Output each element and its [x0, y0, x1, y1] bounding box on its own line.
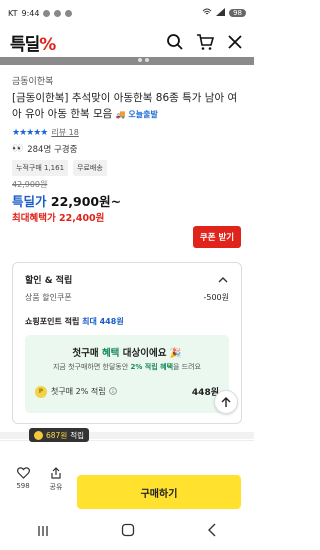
- promo-sub-highlight: 2% 적립 혜택: [130, 363, 174, 371]
- share-button[interactable]: 공유: [42, 467, 70, 492]
- close-icon[interactable]: [226, 33, 244, 51]
- info-icon[interactable]: [108, 386, 117, 397]
- purchase-bar: 598 공유 구매하기: [0, 440, 254, 510]
- logo-percent: %: [39, 34, 56, 55]
- special-price: 특딜가 22,900원~: [12, 191, 121, 210]
- rating-stars-icon: ★★★★★: [12, 127, 48, 138]
- home-icon[interactable]: [121, 522, 135, 541]
- today-delivery-label: 오늘출발: [128, 110, 158, 119]
- max-benefit-price: 최대혜택가 22,400원: [12, 213, 105, 224]
- promo-title-highlight: 혜택: [101, 348, 120, 359]
- rating-row: ★★★★★ 리뷰 18: [12, 127, 79, 138]
- points-tooltip: 687원 적립: [29, 428, 90, 442]
- coin-icon: [34, 430, 43, 440]
- header-actions: [166, 33, 244, 51]
- recent-apps-icon[interactable]: [36, 522, 50, 541]
- today-delivery-badge: 🚚 오늘출발: [115, 110, 158, 119]
- product-title: [금동이한복] 추석맞이 아동한복 86종 특가 남아 여아 유아 아동 한복 …: [12, 90, 246, 123]
- status-bar: KT 9:44 98: [0, 0, 254, 26]
- product-image-carousel[interactable]: [0, 57, 254, 65]
- coupon-discount-value: -500원: [203, 293, 229, 302]
- promo-subtitle: 지금 첫구매하면 한달동안 2% 적립 혜택을 드려요: [25, 362, 229, 372]
- promo-points-label: 첫구매 2% 적립: [51, 387, 106, 396]
- carrier-label: KT: [8, 8, 18, 18]
- app-header: 특딜%: [0, 27, 254, 57]
- screen: KT 9:44 98 특딜% 금동이한복 [금동이한복] 추석맞이 아동한복 8…: [0, 0, 254, 550]
- original-price: 42,900원: [12, 180, 48, 189]
- points-value: 최대 448원: [82, 317, 124, 326]
- brand-name[interactable]: 금동이한복: [12, 74, 53, 87]
- eyes-icon: 👀: [12, 144, 24, 154]
- scroll-to-top-button[interactable]: [214, 390, 238, 414]
- tag-free-shipping: 무료배송: [73, 160, 107, 176]
- clock-label: 9:44: [21, 8, 40, 18]
- promo-title: 첫구매 혜택 대상이에요 🎉: [25, 345, 229, 359]
- buy-button[interactable]: 구매하기: [77, 475, 241, 509]
- wifi-icon: [202, 8, 212, 18]
- share-label: 공유: [49, 483, 63, 491]
- tooltip-points: 687원: [46, 430, 68, 440]
- carousel-dot: [138, 58, 142, 62]
- status-left: KT 9:44: [8, 8, 73, 18]
- carousel-dot: [145, 58, 149, 62]
- app-logo[interactable]: 특딜%: [10, 30, 56, 55]
- viewers-count: 284명 구경중: [27, 145, 78, 155]
- promo-title-b: 대상이에요: [119, 348, 167, 359]
- system-nav-bar: [0, 512, 254, 550]
- special-price-label: 특딜가: [12, 194, 47, 209]
- coupon-discount-label: 상품 할인쿠폰: [25, 293, 72, 302]
- notification-icon: [65, 9, 73, 17]
- share-icon: [51, 467, 61, 479]
- battery-indicator: 98: [229, 9, 246, 17]
- tag-purchase-count: 누적구매 1,161: [12, 160, 69, 176]
- review-link[interactable]: 리뷰 18: [51, 127, 78, 138]
- arrow-up-icon: [221, 397, 231, 407]
- points-row: 쇼핑포인트 적립 최대 448원: [25, 316, 124, 327]
- viewers-row: 👀 284명 구경중: [12, 143, 77, 155]
- chevron-up-icon[interactable]: [217, 271, 229, 283]
- first-purchase-promo: 첫구매 혜택 대상이에요 🎉 지금 첫구매하면 한달동안 2% 적립 혜택을 드…: [25, 335, 229, 413]
- promo-title-a: 첫구매: [72, 348, 102, 359]
- points-label: 쇼핑포인트 적립: [25, 317, 80, 326]
- like-button[interactable]: 598: [9, 467, 37, 490]
- promo-points-row: P 첫구매 2% 적립 448원: [35, 385, 219, 398]
- signal-icon: [216, 8, 226, 18]
- status-right: 98: [202, 8, 246, 18]
- heart-icon: [16, 467, 30, 479]
- promo-sub-a: 지금 첫구매하면 한달동안: [52, 363, 131, 371]
- coupon-discount-row: 상품 할인쿠폰 -500원: [25, 292, 229, 303]
- cart-icon[interactable]: [196, 33, 215, 51]
- notification-icon: [54, 9, 62, 17]
- back-icon[interactable]: [206, 522, 218, 541]
- notification-icon: [43, 9, 51, 17]
- discount-heading: 할인 & 적립: [25, 276, 73, 286]
- coupon-button[interactable]: 쿠폰 받기: [193, 226, 241, 248]
- tooltip-label: 적립: [70, 430, 85, 440]
- logo-text: 특딜: [10, 34, 40, 55]
- special-price-value: 22,900원~: [50, 194, 122, 209]
- search-icon[interactable]: [166, 33, 184, 51]
- promo-sub-b: 을 드려요: [173, 363, 202, 371]
- carousel-dots: [138, 58, 149, 62]
- discount-panel: 할인 & 적립 상품 할인쿠폰 -500원 쇼핑포인트 적립 최대 448원 첫…: [12, 262, 242, 424]
- party-icon: 🎉: [169, 348, 182, 359]
- like-count: 598: [16, 482, 30, 490]
- tag-list: 누적구매 1,161 무료배송: [12, 160, 107, 176]
- coin-icon: P: [35, 385, 47, 398]
